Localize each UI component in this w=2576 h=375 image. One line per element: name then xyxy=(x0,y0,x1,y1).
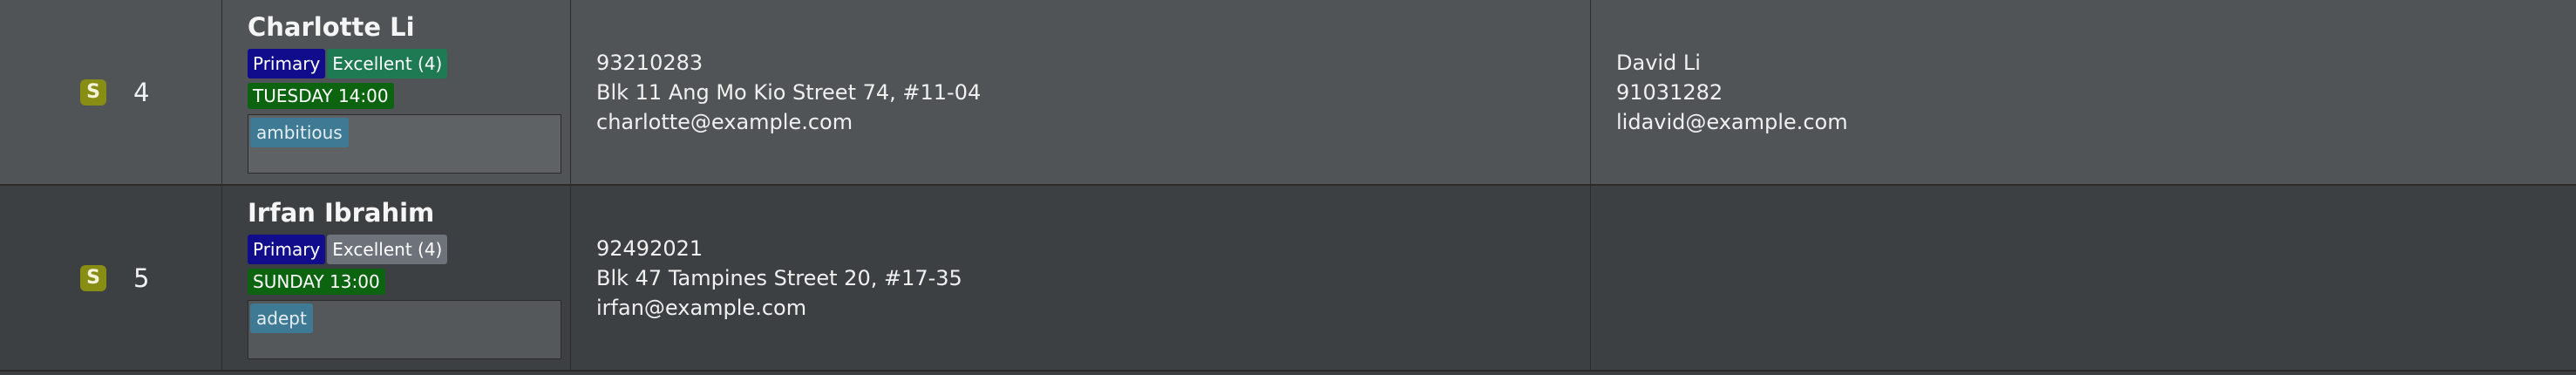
phone-number: 93210283 xyxy=(596,50,703,75)
list-item[interactable]: S 4 Charlotte Li Primary Excellent (4) T… xyxy=(0,0,2576,186)
address: Blk 47 Tampines Street 20, #17-35 xyxy=(596,265,962,290)
list-item[interactable]: S 5 Irfan Ibrahim Primary Excellent (4) … xyxy=(0,186,2576,372)
index-cell: S 5 xyxy=(0,186,222,370)
parent-phone: 91031282 xyxy=(1616,79,1723,105)
level-tag: Primary xyxy=(248,235,326,264)
parent-cell: David Li 91031282 lidavid@example.com xyxy=(1591,0,2576,184)
email: irfan@example.com xyxy=(596,295,807,320)
contact-cell: 93210283 Blk 11 Ang Mo Kio Street 74, #1… xyxy=(571,0,1591,184)
notes-box: ambitious xyxy=(248,114,561,174)
grade-tag: Excellent (4) xyxy=(327,49,448,78)
tag-group: Primary Excellent (4) xyxy=(248,49,570,78)
parent-cell xyxy=(1591,186,2576,370)
student-list: S 4 Charlotte Li Primary Excellent (4) T… xyxy=(0,0,2576,375)
note-tag: adept xyxy=(250,303,313,333)
notes-box: adept xyxy=(248,300,561,359)
address: Blk 11 Ang Mo Kio Street 74, #11-04 xyxy=(596,79,982,105)
index-cell: S 4 xyxy=(0,0,222,184)
email: charlotte@example.com xyxy=(596,109,853,134)
student-badge: S xyxy=(80,264,106,291)
name-cell: Charlotte Li Primary Excellent (4) TUESD… xyxy=(222,0,571,184)
contact-cell: 92492021 Blk 47 Tampines Street 20, #17-… xyxy=(571,186,1591,370)
name-cell: Irfan Ibrahim Primary Excellent (4) SUND… xyxy=(222,186,571,370)
student-badge: S xyxy=(80,78,106,106)
schedule-tag: TUESDAY 14:00 xyxy=(248,83,394,109)
note-tag: ambitious xyxy=(250,118,349,147)
student-name: Charlotte Li xyxy=(248,12,415,42)
row-index: 4 xyxy=(133,77,150,107)
student-name: Irfan Ibrahim xyxy=(248,198,435,228)
tag-group: Primary Excellent (4) xyxy=(248,235,570,264)
parent-email: lidavid@example.com xyxy=(1616,109,1848,134)
phone-number: 92492021 xyxy=(596,235,703,261)
grade-tag: Excellent (4) xyxy=(327,235,448,264)
level-tag: Primary xyxy=(248,49,326,78)
schedule-tag: SUNDAY 13:00 xyxy=(248,269,385,295)
row-index: 5 xyxy=(133,262,150,293)
parent-name: David Li xyxy=(1616,50,1701,75)
